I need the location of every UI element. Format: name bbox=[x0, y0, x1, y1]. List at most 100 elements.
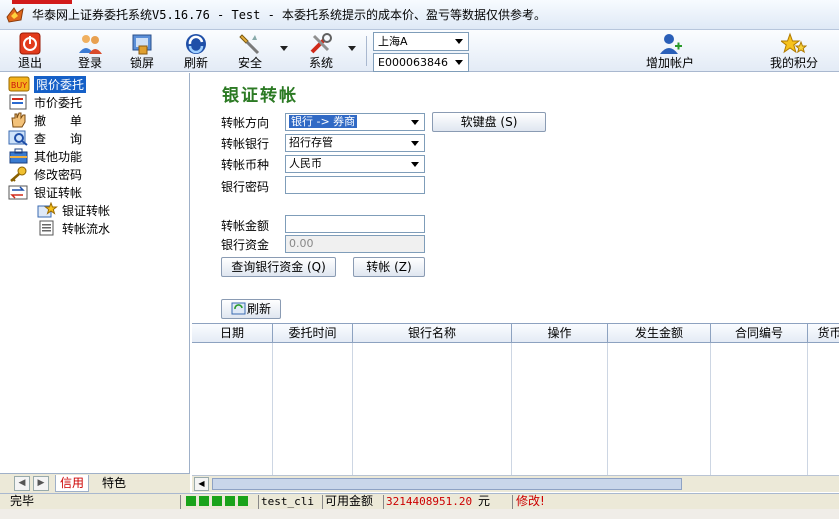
tree-item-label: 转帐流水 bbox=[62, 221, 111, 236]
tree-item-label: 限价委托 bbox=[34, 75, 87, 93]
soft-keyboard-button[interactable]: 软键盘 (S) bbox=[432, 112, 546, 132]
column-header[interactable]: 银行名称 bbox=[353, 324, 512, 343]
status-divider bbox=[512, 495, 513, 509]
bank-select[interactable]: 招行存管 bbox=[285, 134, 425, 152]
direction-select[interactable]: 银行 -> 券商 bbox=[285, 113, 425, 131]
tab-featured[interactable]: 特色 bbox=[98, 475, 130, 492]
system-button[interactable]: 系统 bbox=[300, 32, 342, 70]
app-logo-icon bbox=[6, 6, 24, 23]
tree-item-bank-transfer[interactable]: 银证转帐 bbox=[8, 183, 188, 201]
market-select-value: 上海A bbox=[378, 35, 408, 48]
transfer-folder-icon bbox=[8, 185, 28, 200]
transfer-button[interactable]: 转帐 (Z) bbox=[353, 257, 425, 277]
left-tab-bar: ◀ ▶ 信用 特色 bbox=[0, 473, 190, 493]
exit-label: 退出 bbox=[17, 56, 42, 70]
tab-next-button[interactable]: ▶ bbox=[33, 476, 49, 491]
security-button[interactable]: 安全 bbox=[228, 32, 272, 70]
magnifier-icon bbox=[8, 130, 28, 146]
users-icon bbox=[79, 35, 102, 54]
tree-item-query[interactable]: 查 询 bbox=[8, 129, 188, 147]
currency-label: 转帐币种 bbox=[221, 158, 270, 172]
power-icon bbox=[19, 32, 41, 55]
account-select[interactable]: E000063846 bbox=[373, 53, 469, 72]
lock-screen-button[interactable]: 锁屏 bbox=[122, 32, 162, 70]
column-header[interactable]: 货币 bbox=[808, 324, 839, 343]
column-divider bbox=[352, 343, 353, 476]
function-tree: BUY 限价委托 市价委托 撤 单 查 询 其他功能 修改密码 银证转帐 银证转… bbox=[8, 75, 188, 237]
tree-item-bank-securities-transfer[interactable]: 银证转帐 bbox=[8, 201, 188, 219]
wrench-icon bbox=[310, 33, 332, 54]
scroll-left-icon[interactable]: ◀ bbox=[194, 477, 209, 491]
status-bar: 完毕 test_cli 可用金额 3214408951.20 元 修改! bbox=[0, 493, 839, 509]
tree-item-label: 银证转帐 bbox=[62, 203, 111, 218]
tree-item-label: 查 询 bbox=[34, 131, 83, 146]
direction-value: 银行 -> 券商 bbox=[289, 115, 358, 128]
refresh-button-label: 刷新 bbox=[246, 302, 271, 316]
column-divider bbox=[272, 343, 273, 476]
add-account-label: 增加帐户 bbox=[645, 56, 694, 70]
status-warning: 修改! bbox=[516, 494, 545, 508]
refresh-toolbar-button[interactable]: 刷新 bbox=[176, 32, 216, 70]
password-label: 银行密码 bbox=[221, 180, 270, 194]
tree-item-limit-order[interactable]: BUY 限价委托 bbox=[8, 75, 188, 93]
my-points-button[interactable]: 我的积分 bbox=[762, 32, 826, 70]
column-header[interactable]: 操作 bbox=[512, 324, 608, 343]
hand-icon bbox=[11, 112, 26, 128]
my-points-label: 我的积分 bbox=[769, 56, 818, 70]
status-divider bbox=[180, 495, 181, 509]
add-user-icon bbox=[660, 34, 682, 54]
system-dropdown-icon[interactable] bbox=[348, 46, 356, 51]
market-select[interactable]: 上海A bbox=[373, 32, 469, 51]
title-bar: 华泰网上证券委托系统V5.16.76 - Test - 本委托系统提示的成本价、… bbox=[0, 0, 839, 30]
tree-item-cancel-order[interactable]: 撤 单 bbox=[8, 111, 188, 129]
page-title: 银证转帐 bbox=[222, 86, 298, 106]
column-header[interactable]: 合同编号 bbox=[711, 324, 808, 343]
direction-label: 转帐方向 bbox=[221, 116, 270, 130]
status-divider bbox=[258, 495, 259, 509]
chevron-down-icon bbox=[411, 120, 419, 125]
query-bank-funds-button[interactable]: 查询银行资金 (Q) bbox=[221, 257, 336, 277]
column-header[interactable]: 日期 bbox=[192, 324, 273, 343]
add-account-button[interactable]: 增加帐户 bbox=[638, 32, 702, 70]
column-header[interactable]: 发生金额 bbox=[608, 324, 711, 343]
tree-item-change-password[interactable]: 修改密码 bbox=[8, 165, 188, 183]
column-divider bbox=[607, 343, 608, 476]
security-dropdown-icon[interactable] bbox=[280, 46, 288, 51]
tab-prev-button[interactable]: ◀ bbox=[14, 476, 30, 491]
tree-item-transfer-history[interactable]: 转帐流水 bbox=[8, 219, 188, 237]
scrollbar-thumb[interactable] bbox=[212, 478, 682, 490]
column-divider bbox=[511, 343, 512, 476]
function-tree-panel: BUY 限价委托 市价委托 撤 单 查 询 其他功能 修改密码 银证转帐 银证转… bbox=[0, 73, 190, 493]
status-text: 完毕 bbox=[10, 494, 35, 508]
account-select-value: E000063846 bbox=[378, 56, 448, 69]
tree-item-other-functions[interactable]: 其他功能 bbox=[8, 147, 188, 165]
login-label: 登录 bbox=[77, 56, 102, 70]
bank-value: 招行存管 bbox=[289, 136, 333, 149]
column-divider bbox=[807, 343, 808, 476]
chevron-down-icon bbox=[455, 39, 463, 44]
status-divider bbox=[322, 495, 323, 509]
title-accent bbox=[12, 0, 72, 4]
lock-screen-icon bbox=[132, 34, 152, 55]
horizontal-scrollbar[interactable]: ◀ bbox=[192, 475, 839, 492]
transfer-table: 日期 委托时间 银行名称 操作 发生金额 合同编号 货币 bbox=[192, 323, 839, 476]
lock-label: 锁屏 bbox=[129, 56, 154, 70]
tree-item-label: 银证转帐 bbox=[34, 185, 83, 200]
available-funds-value: 3214408951.20 bbox=[386, 495, 473, 508]
refresh-button[interactable]: 刷新 bbox=[221, 299, 281, 319]
bank-password-input[interactable] bbox=[285, 176, 425, 194]
refresh-icon bbox=[231, 302, 246, 315]
tree-item-market-order[interactable]: 市价委托 bbox=[8, 93, 188, 111]
system-label: 系统 bbox=[308, 56, 333, 70]
refresh-icon bbox=[186, 34, 206, 54]
currency-select[interactable]: 人民币 bbox=[285, 155, 425, 173]
toolbox-icon bbox=[9, 148, 28, 164]
buy-icon: BUY bbox=[8, 76, 30, 92]
column-header[interactable]: 委托时间 bbox=[273, 324, 353, 343]
tab-credit[interactable]: 信用 bbox=[55, 475, 90, 492]
client-name: test_cli bbox=[261, 495, 314, 508]
exit-button[interactable]: 退出 bbox=[10, 32, 50, 70]
transfer-amount-input[interactable] bbox=[285, 215, 425, 233]
login-button[interactable]: 登录 bbox=[70, 32, 110, 70]
document-icon bbox=[39, 220, 54, 236]
